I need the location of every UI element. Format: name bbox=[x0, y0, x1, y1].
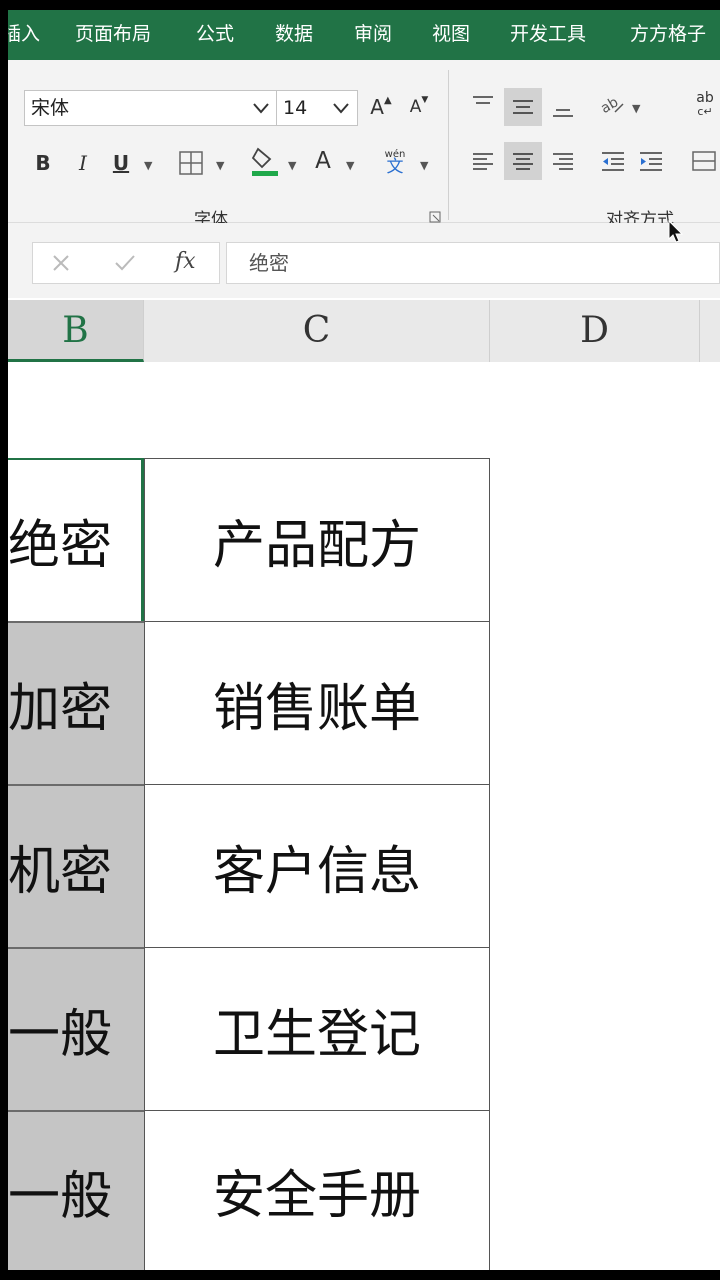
tab-view[interactable]: 视图 bbox=[432, 22, 470, 46]
cell-c2[interactable]: 销售账单 bbox=[144, 622, 490, 785]
font-size-value: 14 bbox=[283, 97, 308, 119]
text-orientation-icon: ab bbox=[599, 94, 624, 117]
tab-developer[interactable]: 开发工具 bbox=[510, 22, 586, 46]
ribbon-tab-bar: 插入 页面布局 公式 数据 审阅 视图 开发工具 方方格子 bbox=[8, 10, 720, 60]
fill-color-dropdown-icon[interactable]: ▼ bbox=[288, 159, 296, 172]
watermark-brand: Bai du 经验 bbox=[552, 1212, 690, 1239]
align-top-button[interactable] bbox=[466, 88, 500, 122]
align-top-icon bbox=[473, 96, 493, 104]
tab-data[interactable]: 数据 bbox=[275, 22, 313, 46]
pinyin-char: 文 bbox=[386, 157, 404, 177]
cell-b1[interactable]: 绝密 bbox=[8, 460, 144, 623]
align-middle-button[interactable] bbox=[504, 88, 542, 126]
mouse-cursor-icon bbox=[668, 220, 684, 243]
check-icon[interactable] bbox=[113, 253, 137, 273]
tab-fangfang[interactable]: 方方格子 bbox=[630, 22, 706, 46]
align-middle-icon bbox=[513, 100, 533, 114]
cancel-icon[interactable] bbox=[51, 253, 71, 273]
column-headers: B C D bbox=[8, 300, 720, 363]
cell-c1[interactable]: 产品配方 bbox=[144, 459, 490, 622]
phonetic-dropdown-icon[interactable]: ▼ bbox=[420, 159, 428, 172]
increase-font-size-button[interactable]: A ▲ bbox=[364, 90, 398, 124]
orientation-button[interactable]: ab bbox=[596, 88, 630, 122]
borders-button[interactable] bbox=[174, 146, 208, 180]
font-size-select[interactable]: 14 bbox=[276, 90, 358, 126]
paint-bucket-icon bbox=[251, 147, 278, 176]
svg-text:ab: ab bbox=[599, 94, 621, 117]
increase-font-icon: A bbox=[370, 95, 384, 119]
align-right-button[interactable] bbox=[546, 144, 580, 178]
orientation-dropdown-icon[interactable]: ▼ bbox=[632, 102, 640, 115]
column-header-c[interactable]: C bbox=[144, 300, 490, 362]
sheet-grid: 绝密 产品配方 加密 销售账单 机密 客户信息 一般 卫生登记 一般 安全手册 bbox=[8, 362, 720, 1270]
tab-insert[interactable]: 插入 bbox=[8, 22, 40, 46]
cell-b2[interactable]: 加密 bbox=[8, 623, 144, 786]
align-left-button[interactable] bbox=[466, 144, 500, 178]
baidu-watermark: Bai du 经验 jingyan.baidu.com bbox=[553, 1205, 690, 1252]
borders-icon bbox=[179, 151, 203, 175]
cell-c3[interactable]: 客户信息 bbox=[144, 785, 490, 948]
underline-button[interactable]: U bbox=[104, 146, 138, 180]
decrease-font-size-button[interactable]: A ▼ bbox=[402, 90, 436, 124]
align-right-icon bbox=[553, 153, 573, 170]
merge-cells-icon bbox=[692, 151, 716, 171]
bold-button[interactable]: B bbox=[26, 146, 60, 180]
formula-buttons: fx bbox=[32, 242, 220, 284]
watermark-url: jingyan.baidu.com bbox=[601, 1240, 690, 1252]
column-header-b[interactable]: B bbox=[8, 300, 144, 362]
increase-indent-icon bbox=[640, 152, 662, 171]
wrap-text-button[interactable]: ab c↵ bbox=[688, 88, 720, 122]
excel-window: 插入 页面布局 公式 数据 审阅 视图 开发工具 方方格子 宋体 14 A ▲ A… bbox=[8, 10, 720, 1270]
merge-center-button[interactable] bbox=[686, 144, 720, 178]
decrease-indent-icon bbox=[602, 152, 624, 171]
fill-color-button[interactable] bbox=[248, 144, 282, 178]
tab-page-layout[interactable]: 页面布局 bbox=[75, 22, 151, 46]
fx-icon[interactable]: fx bbox=[175, 249, 196, 274]
cell-c5[interactable]: 安全手册 bbox=[144, 1111, 490, 1270]
decrease-indent-button[interactable] bbox=[596, 144, 630, 178]
cell-b5[interactable]: 一般 bbox=[8, 1112, 144, 1270]
chevron-down-icon bbox=[333, 103, 349, 114]
align-bottom-icon bbox=[553, 109, 573, 117]
formula-bar: fx 绝密 bbox=[8, 223, 720, 298]
group-divider bbox=[448, 70, 449, 220]
cell-c4[interactable]: 卫生登记 bbox=[144, 948, 490, 1111]
font-name-select[interactable]: 宋体 bbox=[24, 90, 278, 126]
align-left-icon bbox=[473, 153, 493, 170]
tab-formulas[interactable]: 公式 bbox=[196, 22, 234, 46]
increase-indent-button[interactable] bbox=[634, 144, 668, 178]
decrease-font-icon: A bbox=[409, 97, 422, 117]
font-name-value: 宋体 bbox=[31, 97, 70, 119]
dialog-launcher-icon[interactable] bbox=[429, 211, 441, 223]
tab-review[interactable]: 审阅 bbox=[354, 22, 392, 46]
align-center-button[interactable] bbox=[504, 142, 542, 180]
underline-dropdown-icon[interactable]: ▼ bbox=[144, 159, 152, 172]
borders-dropdown-icon[interactable]: ▼ bbox=[216, 159, 224, 172]
cell-b3[interactable]: 机密 bbox=[8, 786, 144, 949]
font-color-button[interactable]: A bbox=[306, 144, 340, 178]
cell-b4[interactable]: 一般 bbox=[8, 949, 144, 1112]
column-header-d[interactable]: D bbox=[490, 300, 700, 362]
italic-button[interactable]: I bbox=[66, 146, 100, 180]
wrap-text-icon: ab bbox=[696, 90, 714, 106]
align-center-icon bbox=[513, 153, 533, 170]
formula-input[interactable]: 绝密 bbox=[226, 242, 720, 284]
phonetic-guide-button[interactable]: wén 文 bbox=[378, 144, 412, 178]
font-color-dropdown-icon[interactable]: ▼ bbox=[346, 159, 354, 172]
ribbon: 宋体 14 A ▲ A ▼ B I U ▼ ▼ ▼ A ▼ wén 文 ▼ 字体… bbox=[8, 60, 720, 230]
chevron-down-icon bbox=[253, 103, 269, 114]
align-bottom-button[interactable] bbox=[546, 92, 580, 126]
